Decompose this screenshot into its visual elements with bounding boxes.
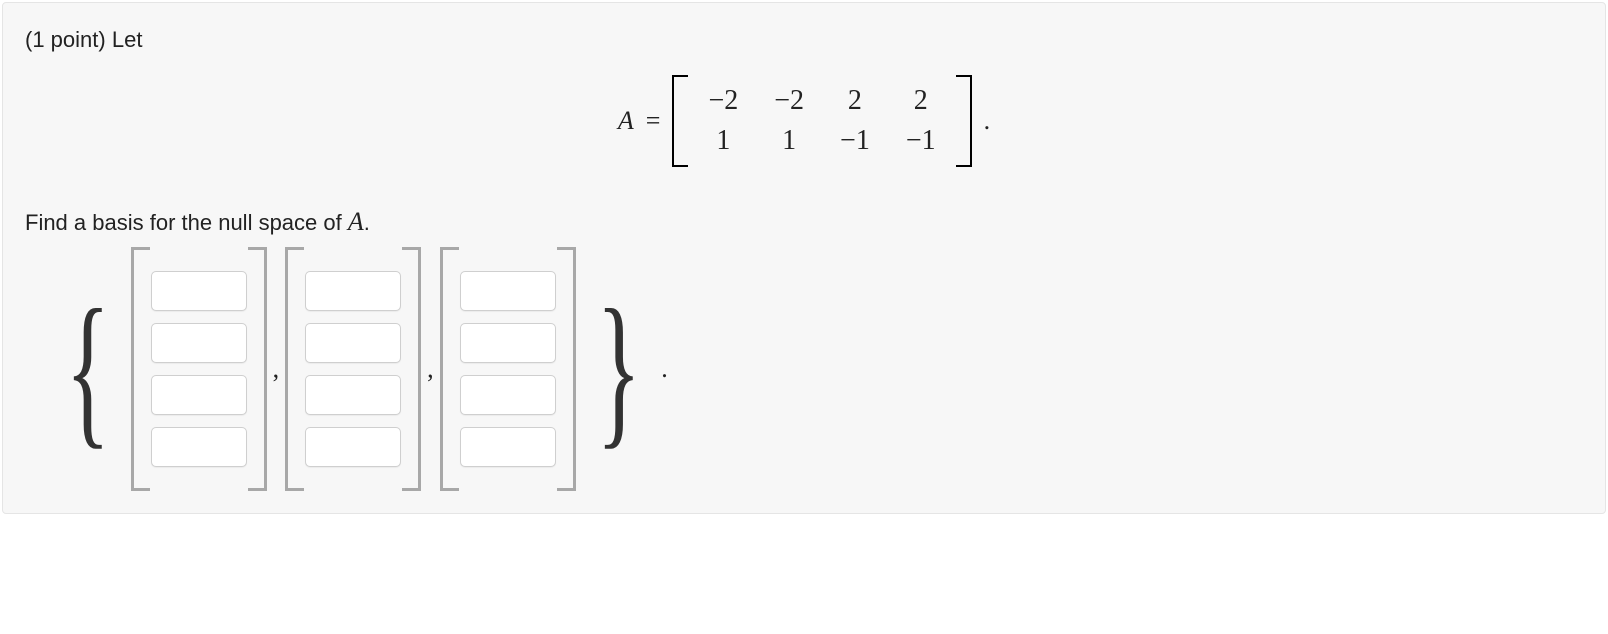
question-line: Find a basis for the null space of A. <box>25 207 1583 237</box>
vector2-entry3[interactable] <box>305 375 401 415</box>
matrix-cell: −2 <box>756 81 822 121</box>
table-row: 1 1 −1 −1 <box>690 121 953 161</box>
comma-separator: , <box>423 354 438 384</box>
final-period: . <box>661 354 668 384</box>
matrix-cell: −2 <box>690 81 756 121</box>
problem-container: (1 point) Let A = −2 −2 2 2 1 1 −1 −1 <box>2 2 1606 514</box>
basis-vector-3 <box>440 247 576 491</box>
vector1-entry1[interactable] <box>151 271 247 311</box>
matrix-cell: −1 <box>888 121 954 161</box>
vector3-entry1[interactable] <box>460 271 556 311</box>
vector2-entry4[interactable] <box>305 427 401 467</box>
basis-vector-1 <box>131 247 267 491</box>
vector2-entry1[interactable] <box>305 271 401 311</box>
question-text: Find a basis for the null space of <box>25 210 348 235</box>
right-brace-icon: } <box>596 284 641 454</box>
matrix-cell: 1 <box>690 121 756 161</box>
equals-sign: = <box>646 106 661 136</box>
table-row: −2 −2 2 2 <box>690 81 953 121</box>
matrix-cell: 2 <box>888 81 954 121</box>
prompt-word: Let <box>112 27 143 52</box>
vector1-entry4[interactable] <box>151 427 247 467</box>
matrix-cell: −1 <box>822 121 888 161</box>
basis-vector-2 <box>285 247 421 491</box>
comma-separator: , <box>269 354 284 384</box>
vector3-entry4[interactable] <box>460 427 556 467</box>
vector1-entry2[interactable] <box>151 323 247 363</box>
answer-area: { , , } . <box>25 247 1583 491</box>
points-label: (1 point) <box>25 27 106 52</box>
prompt-line: (1 point) Let <box>25 27 1583 53</box>
vector3-entry3[interactable] <box>460 375 556 415</box>
question-suffix: . <box>364 210 370 235</box>
left-brace-icon: { <box>65 284 110 454</box>
vector3-entry2[interactable] <box>460 323 556 363</box>
matrix-lhs: A <box>618 106 634 136</box>
matrix-equation: A = −2 −2 2 2 1 1 −1 −1 . <box>25 75 1583 167</box>
matrix-A: −2 −2 2 2 1 1 −1 −1 <box>672 75 971 167</box>
matrix-variable: A <box>348 207 364 236</box>
matrix-cell: 1 <box>756 121 822 161</box>
equation-period: . <box>984 106 991 136</box>
matrix-cell: 2 <box>822 81 888 121</box>
vector1-entry3[interactable] <box>151 375 247 415</box>
vector2-entry2[interactable] <box>305 323 401 363</box>
